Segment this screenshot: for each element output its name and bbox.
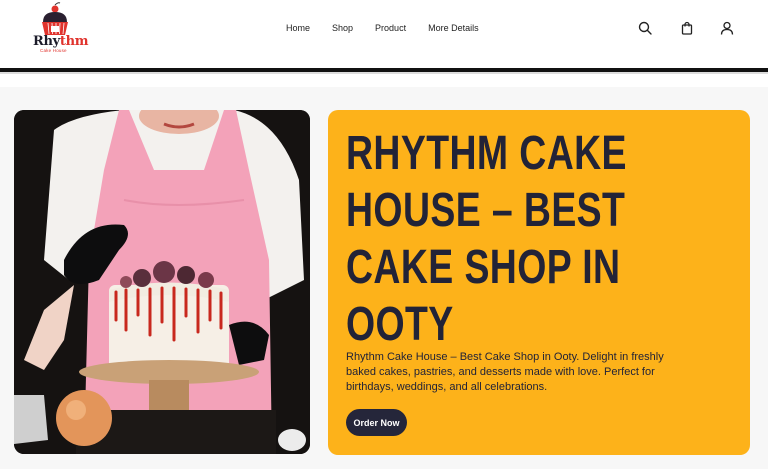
baker-decorating-cake-image: [14, 110, 310, 454]
nav-shop[interactable]: Shop: [332, 23, 353, 33]
site-header: Rhythm Cake House Home Shop Product More…: [0, 0, 768, 68]
account-button[interactable]: [720, 21, 734, 35]
brand-tagline: Cake House: [40, 48, 67, 53]
user-icon: [720, 21, 734, 35]
hero-promo-card: Rhythm Cake House – Best Cake Shop in Oo…: [328, 110, 750, 455]
nav-home[interactable]: Home: [286, 23, 310, 33]
hero-description: Rhythm Cake House – Best Cake Shop in Oo…: [346, 351, 664, 393]
brand-name: Rhythm: [33, 34, 89, 49]
order-now-button[interactable]: Order Now: [346, 409, 407, 436]
header-divider-shadow: [0, 72, 768, 74]
hero-image: [14, 110, 310, 454]
search-button[interactable]: [638, 21, 652, 35]
nav-more-details[interactable]: More Details: [428, 23, 479, 33]
search-icon: [638, 21, 652, 35]
hero-title: Rhythm Cake House – Best Cake Shop in Oo…: [346, 127, 627, 351]
main-nav: Home Shop Product More Details: [286, 23, 479, 33]
nav-product[interactable]: Product: [375, 23, 406, 33]
shopping-bag-icon: [681, 21, 693, 35]
cart-button[interactable]: [680, 21, 694, 35]
